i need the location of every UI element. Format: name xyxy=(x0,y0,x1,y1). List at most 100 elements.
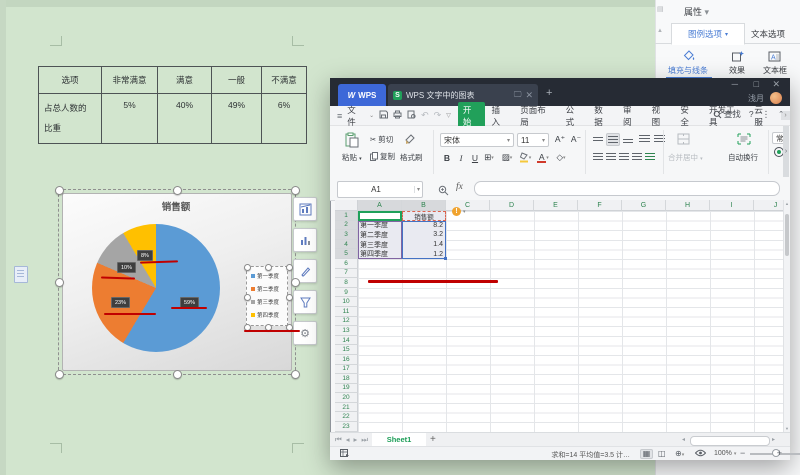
column-header-E[interactable]: E xyxy=(534,200,578,211)
page-layout-view-button[interactable]: ⊕▾ xyxy=(675,449,684,458)
selection-handle-icon[interactable] xyxy=(291,186,300,195)
column-header-J[interactable]: J xyxy=(754,200,783,211)
row-header-7[interactable]: 7 xyxy=(335,269,358,279)
paste-icon[interactable] xyxy=(344,132,360,150)
row-header-3[interactable]: 3 xyxy=(335,230,358,240)
close-button[interactable]: ✕ xyxy=(772,79,780,90)
column-header-D[interactable]: D xyxy=(490,200,534,211)
format-painter-button[interactable]: 格式刷 xyxy=(400,152,423,163)
pane-collapse-icon[interactable]: ▤ xyxy=(657,5,664,13)
normal-view-button[interactable]: ▦ xyxy=(640,449,653,459)
fill-handle[interactable] xyxy=(444,257,447,260)
help-button[interactable]: ? xyxy=(749,109,754,119)
wrap-text-icon[interactable] xyxy=(737,133,751,147)
row-header-1[interactable]: 1 xyxy=(335,211,358,221)
chart-legend[interactable]: 第一季度第二季度第三季度第四季度 xyxy=(246,266,288,326)
select-all-corner[interactable] xyxy=(335,200,358,211)
align-left-button[interactable] xyxy=(591,151,605,164)
row-header-13[interactable]: 13 xyxy=(335,326,358,336)
pane-scroll-up-icon[interactable]: ▲ xyxy=(657,28,663,34)
cast-icon[interactable]: 🖵 xyxy=(514,90,522,100)
borders-button[interactable]: ⊞▾ xyxy=(482,151,496,164)
print-preview-icon[interactable] xyxy=(407,110,416,121)
cell-shading-button[interactable]: ▨▾ xyxy=(500,151,514,164)
effects-label[interactable]: 效果 xyxy=(729,65,745,76)
row-header-23[interactable]: 23 xyxy=(335,422,358,432)
maximize-button[interactable]: □ xyxy=(754,79,759,89)
first-sheet-icon[interactable]: ⏮ xyxy=(335,435,342,445)
error-checking-icon[interactable]: ! xyxy=(452,207,461,216)
selection-handle-icon[interactable] xyxy=(173,186,182,195)
row-header-5[interactable]: 5 xyxy=(335,249,358,259)
collapse-ribbon-icon[interactable]: ⌃ xyxy=(778,110,784,118)
page-break-view-button[interactable]: ◫ xyxy=(658,449,666,458)
column-header-A[interactable]: A xyxy=(358,200,402,211)
vertical-scrollbar[interactable]: ▲ ▼ xyxy=(783,200,790,432)
format-painter-icon[interactable] xyxy=(404,133,416,147)
hscroll-right-icon[interactable]: ▸ xyxy=(772,436,775,443)
selection-handle-icon[interactable] xyxy=(173,370,182,379)
column-header-F[interactable]: F xyxy=(578,200,622,211)
undo-icon[interactable]: ↶ xyxy=(421,110,429,121)
save-icon[interactable] xyxy=(379,110,388,121)
macro-record-icon[interactable] xyxy=(340,449,350,460)
fill-line-label[interactable]: 填充与线条 xyxy=(668,65,708,76)
row-header-17[interactable]: 17 xyxy=(335,365,358,375)
column-headers[interactable]: ABCDEFGHIJ xyxy=(358,200,783,211)
more-menu-icon[interactable]: ⋮ xyxy=(762,109,771,120)
hscroll-left-icon[interactable]: ◂ xyxy=(682,436,685,443)
zoom-minus-button[interactable]: − xyxy=(740,448,745,458)
row-header-10[interactable]: 10 xyxy=(335,297,358,307)
row-header-15[interactable]: 15 xyxy=(335,345,358,355)
row-header-22[interactable]: 22 xyxy=(335,412,358,422)
italic-button[interactable]: I xyxy=(454,151,468,164)
row-header-11[interactable]: 11 xyxy=(335,307,358,317)
font-color-button[interactable]: A▾ xyxy=(536,151,550,164)
hamburger-icon[interactable]: ≡ xyxy=(337,111,342,121)
row-header-20[interactable]: 20 xyxy=(335,393,358,403)
justify-button[interactable] xyxy=(630,151,644,164)
selection-handle-icon[interactable] xyxy=(291,370,300,379)
row-header-6[interactable]: 6 xyxy=(335,259,358,269)
align-middle-button[interactable] xyxy=(606,133,620,146)
formula-input[interactable] xyxy=(474,181,780,196)
ribbon-expander[interactable]: › xyxy=(783,126,789,177)
last-sheet-icon[interactable]: ⏭ xyxy=(361,435,368,445)
selection-handle-icon[interactable] xyxy=(55,370,64,379)
zoom-selection-icon[interactable] xyxy=(438,183,449,201)
chart-settings-button[interactable]: ⚙ xyxy=(293,321,317,345)
active-cell-a1[interactable] xyxy=(358,211,402,221)
minimize-button[interactable]: ─ xyxy=(732,79,738,89)
vertical-scroll-thumb[interactable] xyxy=(785,214,789,256)
chart-elements-button[interactable] xyxy=(293,197,317,221)
fx-label[interactable]: fx xyxy=(456,182,463,192)
row-header-21[interactable]: 21 xyxy=(335,403,358,413)
distributed-button[interactable] xyxy=(643,151,657,164)
font-size-select[interactable]: 11▾ xyxy=(517,133,549,147)
selection-handle-icon[interactable] xyxy=(286,264,293,271)
underline-button[interactable]: U xyxy=(468,151,482,164)
search-button[interactable]: 查找 xyxy=(713,108,741,120)
column-header-I[interactable]: I xyxy=(710,200,754,211)
eye-protect-button[interactable] xyxy=(695,449,706,459)
column-header-H[interactable]: H xyxy=(666,200,710,211)
textbox-label[interactable]: 文本框 xyxy=(763,65,787,76)
horizontal-scrollbar[interactable] xyxy=(690,436,770,446)
selection-handle-icon[interactable] xyxy=(244,264,251,271)
row-header-19[interactable]: 19 xyxy=(335,384,358,394)
row-header-9[interactable]: 9 xyxy=(335,288,358,298)
row-header-16[interactable]: 16 xyxy=(335,355,358,365)
pie-chart[interactable] xyxy=(92,224,220,352)
row-header-18[interactable]: 18 xyxy=(335,374,358,384)
row-headers[interactable]: 1234567891011121314151617181920212223 xyxy=(335,211,358,432)
eraser-button[interactable]: ◇▾ xyxy=(554,151,568,164)
name-box-caret-icon[interactable]: ▾ xyxy=(414,186,422,193)
zoom-percent[interactable]: 100% ▾ xyxy=(714,450,736,457)
highlight-button[interactable]: ▾ xyxy=(518,151,532,164)
name-box[interactable]: A1 ▾ xyxy=(337,181,423,198)
column-header-G[interactable]: G xyxy=(622,200,666,211)
new-tab-button[interactable]: + xyxy=(546,87,552,99)
selection-handle-icon[interactable] xyxy=(244,294,251,301)
decrease-font-button[interactable]: A⁻ xyxy=(569,133,583,146)
next-sheet-icon[interactable]: ▸ xyxy=(354,435,358,444)
